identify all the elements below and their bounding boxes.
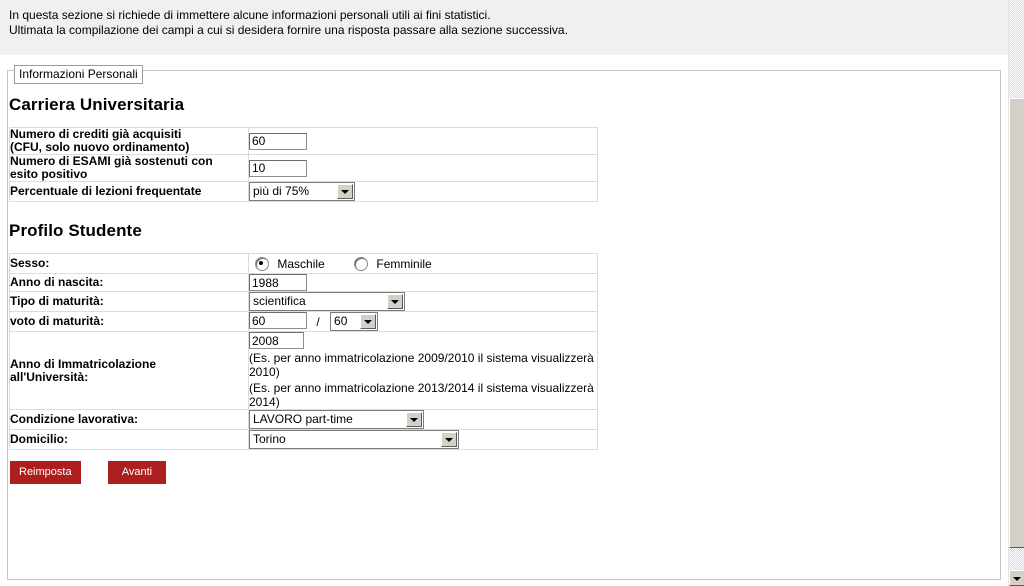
radio-icon-femminile[interactable] bbox=[354, 257, 369, 272]
label-crediti: Numero di crediti già acquisiti (CFU, so… bbox=[9, 127, 249, 155]
voto-base-select[interactable]: 60 bbox=[330, 312, 379, 332]
radio-label-femminile: Femminile bbox=[376, 257, 432, 272]
instruction-banner: In questa sezione si richiede di immette… bbox=[0, 0, 1008, 55]
carriera-table: Numero di crediti già acquisiti (CFU, so… bbox=[9, 127, 598, 202]
tipo-maturita-select[interactable]: scientifica bbox=[249, 292, 405, 312]
table-row: voto di maturità: / 60 bbox=[9, 311, 598, 333]
value-domicilio: Torino bbox=[248, 429, 598, 451]
chevron-down-icon bbox=[387, 294, 403, 310]
chevron-down-icon bbox=[441, 432, 457, 448]
reimposta-button[interactable]: Reimposta bbox=[10, 461, 81, 485]
percentuale-select-value: più di 75% bbox=[253, 184, 310, 198]
tab-informazioni-personali[interactable]: Informazioni Personali bbox=[14, 65, 143, 84]
radio-icon-maschile[interactable] bbox=[255, 257, 269, 272]
voto-base-select-value: 60 bbox=[334, 314, 348, 329]
domicilio-select-value: Torino bbox=[253, 432, 286, 447]
label-immatricolazione-line2: all'Università: bbox=[10, 369, 89, 384]
label-tipo-maturita: Tipo di maturità: bbox=[9, 291, 249, 313]
vertical-scrollbar[interactable] bbox=[1008, 0, 1024, 586]
label-esami-line2: esito positivo bbox=[10, 167, 88, 181]
table-row: Tipo di maturità: scientifica bbox=[9, 291, 598, 313]
esami-input[interactable] bbox=[249, 159, 307, 177]
radio-label-maschile: Maschile bbox=[277, 257, 325, 272]
table-row: Anno di Immatricolazione all'Università:… bbox=[9, 331, 598, 411]
label-percentuale: Percentuale di lezioni frequentate bbox=[9, 181, 249, 202]
condizione-lavorativa-select[interactable]: LAVORO part-time bbox=[249, 410, 424, 430]
value-voto-maturita: / 60 bbox=[248, 311, 598, 333]
instruction-line-1: In questa sezione si richiede di immette… bbox=[9, 8, 491, 22]
label-immatricolazione-line1: Anno di Immatricolazione bbox=[10, 356, 157, 371]
chevron-down-icon bbox=[360, 314, 377, 330]
sesso-radio-group: Maschile Femminile bbox=[249, 254, 597, 273]
table-row: Condizione lavorativa: LAVORO part-time bbox=[9, 409, 598, 431]
instruction-line-2: Ultimata la compilazione dei campi a cui… bbox=[9, 23, 568, 37]
voto-separator: / bbox=[316, 314, 320, 329]
scrollbar-thumb[interactable] bbox=[1009, 98, 1024, 548]
table-row: Numero di crediti già acquisiti (CFU, so… bbox=[9, 127, 598, 155]
scroll-down-button[interactable] bbox=[1009, 570, 1024, 586]
percentuale-select[interactable]: più di 75% bbox=[249, 182, 355, 201]
radio-option-maschile[interactable]: Maschile bbox=[255, 256, 325, 272]
label-voto-maturita: voto di maturità: bbox=[9, 311, 249, 333]
value-immatricolazione: (Es. per anno immatricolazione 2009/2010… bbox=[248, 331, 598, 411]
voto-maturita-input[interactable] bbox=[249, 312, 307, 330]
form-actions: Reimposta Avanti bbox=[9, 461, 989, 485]
table-row: Percentuale di lezioni frequentate più d… bbox=[9, 181, 598, 202]
label-percentuale-line1: Percentuale di lezioni frequentate bbox=[10, 184, 202, 198]
section-title-carriera: Carriera Universitaria bbox=[9, 95, 185, 114]
chevron-down-icon bbox=[406, 412, 422, 428]
crediti-input[interactable] bbox=[249, 132, 307, 150]
condizione-lavorativa-select-value: LAVORO part-time bbox=[253, 412, 353, 427]
immatricolazione-input[interactable] bbox=[249, 332, 304, 350]
tipo-maturita-select-value: scientifica bbox=[253, 294, 306, 309]
label-esami: Numero di ESAMI già sostenuti con esito … bbox=[9, 154, 249, 182]
value-tipo-maturita: scientifica bbox=[248, 291, 598, 313]
label-anno-nascita: Anno di nascita: bbox=[9, 273, 249, 293]
table-row: Domicilio: Torino bbox=[9, 429, 598, 451]
label-immatricolazione: Anno di Immatricolazione all'Università: bbox=[9, 331, 249, 411]
label-condizione-lavorativa: Condizione lavorativa: bbox=[9, 409, 249, 431]
section-title-profilo: Profilo Studente bbox=[9, 221, 142, 240]
table-row: Sesso: Maschile Femminile bbox=[9, 252, 598, 275]
label-sesso: Sesso: bbox=[9, 252, 249, 275]
table-row: Numero di ESAMI già sostenuti con esito … bbox=[9, 154, 598, 182]
chevron-down-icon bbox=[337, 184, 353, 199]
value-anno-nascita bbox=[248, 273, 598, 293]
value-crediti bbox=[248, 127, 598, 155]
immatricolazione-hint-1: (Es. per anno immatricolazione 2009/2010… bbox=[249, 351, 594, 380]
profilo-table: Sesso: Maschile Femminile Anno di nascit… bbox=[9, 252, 598, 451]
value-esami bbox=[248, 154, 598, 182]
table-row: Anno di nascita: bbox=[9, 273, 598, 293]
label-crediti-line2: (CFU, solo nuovo ordinamento) bbox=[10, 140, 190, 154]
radio-option-femminile[interactable]: Femminile bbox=[354, 256, 432, 272]
value-condizione-lavorativa: LAVORO part-time bbox=[248, 409, 598, 431]
value-sesso: Maschile Femminile bbox=[248, 252, 598, 275]
form-content: Carriera Universitaria Numero di crediti… bbox=[9, 95, 989, 485]
domicilio-select[interactable]: Torino bbox=[249, 430, 459, 450]
label-domicilio: Domicilio: bbox=[9, 429, 249, 451]
anno-nascita-input[interactable] bbox=[249, 274, 307, 292]
value-percentuale: più di 75% bbox=[248, 181, 598, 202]
form-page: Informazioni Personali Carriera Universi… bbox=[0, 55, 1008, 586]
immatricolazione-hint-2: (Es. per anno immatricolazione 2013/2014… bbox=[249, 381, 594, 410]
avanti-button[interactable]: Avanti bbox=[107, 461, 166, 485]
